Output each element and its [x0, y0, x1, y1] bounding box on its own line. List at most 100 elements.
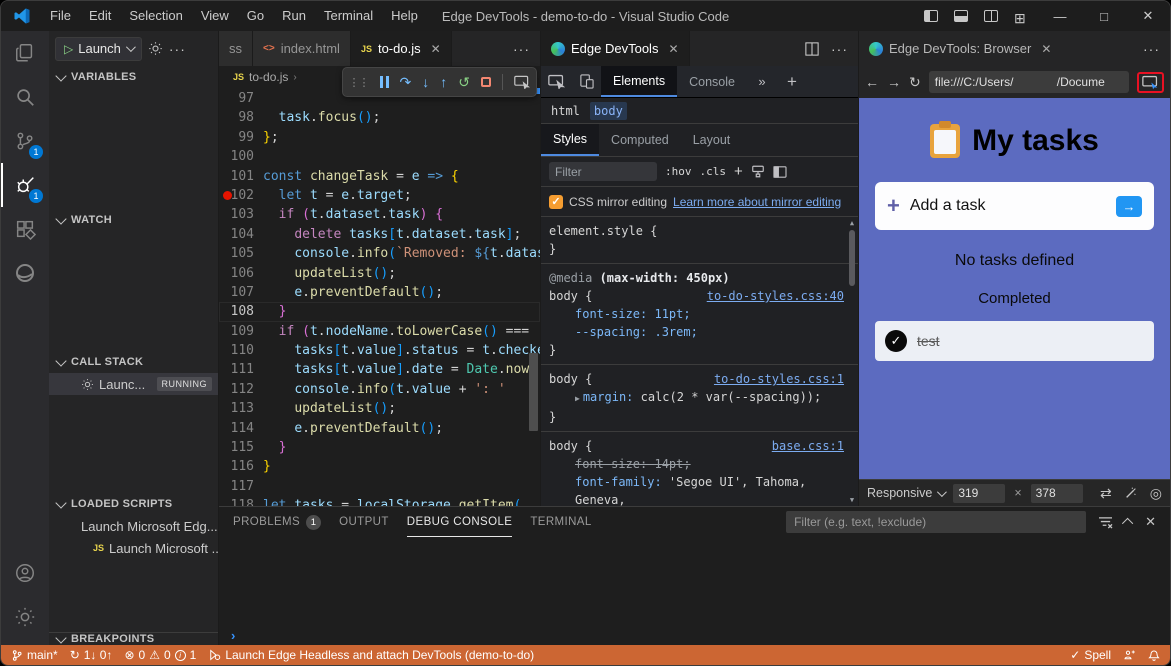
auto-fix-icon[interactable] — [1124, 486, 1138, 500]
start-debug-icon[interactable]: ▷ — [64, 42, 73, 56]
mirror-checkbox[interactable]: ✓ — [549, 195, 563, 209]
screencast-inspect-icon-highlighted[interactable] — [1137, 72, 1164, 93]
devtools-tab-console[interactable]: Console — [677, 66, 747, 97]
styles-filter-input[interactable] — [549, 162, 657, 181]
more-actions-icon[interactable]: ··· — [1143, 41, 1160, 57]
tab-index-html[interactable]: <>index.html — [253, 31, 351, 66]
loaded-script-item[interactable]: JSLaunch Microsoft ... — [49, 537, 218, 559]
loaded-script-item[interactable]: Launch Microsoft Edg... — [49, 515, 218, 537]
completed-task-row[interactable]: ✓ test — [875, 321, 1154, 361]
notifications-bell-icon[interactable] — [1148, 649, 1160, 662]
css-declaration[interactable]: font-size: 14pt; — [549, 455, 844, 473]
search-icon[interactable] — [1, 75, 49, 119]
stop-icon[interactable] — [481, 77, 491, 87]
add-tab-icon[interactable]: + — [777, 66, 807, 97]
viewport-width-input[interactable] — [953, 484, 1005, 503]
minimize-button[interactable]: — — [1038, 1, 1082, 31]
menu-selection[interactable]: Selection — [120, 1, 191, 31]
device-emulation-icon[interactable] — [571, 66, 601, 97]
close-panel-icon[interactable]: ✕ — [1145, 514, 1156, 530]
url-bar[interactable]: file:///C:/Users/ /Docume — [929, 71, 1129, 93]
reload-icon[interactable]: ↻ — [909, 74, 921, 91]
class-toggle-button[interactable]: .cls — [700, 165, 727, 178]
menu-file[interactable]: File — [41, 1, 80, 31]
styles-pane[interactable]: element.style {}@media (max-width: 450px… — [541, 217, 858, 506]
menu-terminal[interactable]: Terminal — [315, 1, 382, 31]
step-out-icon[interactable]: ↑ — [440, 75, 447, 89]
toggle-panel-icon[interactable] — [954, 10, 968, 22]
feedback-icon[interactable] — [1123, 649, 1136, 661]
explorer-icon[interactable] — [1, 31, 49, 75]
add-task-placeholder[interactable]: Add a task — [910, 197, 1106, 215]
line-number[interactable]: 110 — [219, 341, 263, 360]
customize-layout-icon[interactable] — [1014, 10, 1030, 22]
more-actions-icon[interactable]: ··· — [513, 41, 530, 57]
line-number[interactable]: 99 — [219, 128, 263, 147]
code-line[interactable]: 112 console.info(t.value + ': ' — [219, 380, 540, 399]
call-stack-section-header[interactable]: CALL STACK — [49, 351, 218, 373]
drag-grip-icon[interactable]: ⋮⋮ — [349, 76, 369, 89]
css-rule[interactable]: base.css:1body {font-size: 14pt;font-fam… — [541, 432, 858, 506]
device-mode-dropdown[interactable]: Responsive — [867, 486, 944, 500]
spell-checker-status[interactable]: ✓Spell — [1070, 648, 1111, 662]
close-button[interactable]: ✕ — [1126, 1, 1170, 31]
code-line[interactable]: 114 e.preventDefault(); — [219, 419, 540, 438]
breakpoints-section-header[interactable]: BREAKPOINTS — [49, 633, 218, 645]
step-over-icon[interactable]: ↷ — [400, 75, 412, 89]
task-checkbox-icon[interactable]: ✓ — [885, 330, 907, 352]
code-line[interactable]: 105 console.info(`Removed: ${t.dataset — [219, 244, 540, 263]
panel-tab-debug-console[interactable]: DEBUG CONSOLE — [407, 507, 513, 537]
debug-session-status[interactable]: Launch Edge Headless and attach DevTools… — [208, 648, 534, 662]
line-number[interactable]: 108 — [219, 302, 263, 321]
edge-tools-icon[interactable] — [1, 251, 49, 295]
menu-go[interactable]: Go — [238, 1, 273, 31]
css-rule[interactable]: @media (max-width: 450px)to-do-styles.cs… — [541, 264, 858, 365]
css-declaration[interactable]: ▶margin: calc(2 * var(--spacing)); — [549, 388, 844, 408]
line-number[interactable]: 102 — [219, 186, 263, 205]
line-number[interactable]: 103 — [219, 205, 263, 224]
loaded-scripts-section-header[interactable]: LOADED SCRIPTS — [49, 493, 218, 515]
line-number[interactable]: 116 — [219, 457, 263, 476]
new-style-rule-icon[interactable]: + — [734, 163, 743, 180]
line-number[interactable]: 107 — [219, 283, 263, 302]
tab-edge-devtools[interactable]: Edge DevTools ✕ — [541, 31, 690, 66]
code-line[interactable]: 111 tasks[t.value].date = Date.now — [219, 360, 540, 379]
call-stack-session-row[interactable]: Launc... RUNNING — [49, 373, 218, 395]
pseudo-state-button[interactable]: :hov — [665, 165, 692, 178]
stylesheet-link[interactable]: base.css:1 — [772, 437, 844, 455]
tab-ss[interactable]: ss — [219, 31, 253, 66]
problems-status[interactable]: ⊗0 ⚠0 i1 — [124, 648, 196, 662]
split-editor-icon[interactable] — [805, 42, 819, 56]
styles-tab-computed[interactable]: Computed — [599, 124, 681, 156]
code-line[interactable]: 98 task.focus(); — [219, 108, 540, 127]
menu-run[interactable]: Run — [273, 1, 315, 31]
code-line[interactable]: 117 — [219, 477, 540, 496]
line-number[interactable]: 113 — [219, 399, 263, 418]
css-declaration[interactable]: font-family: 'Segoe UI', Tahoma, Geneva, — [549, 473, 844, 506]
code-line[interactable]: 101const changeTask = e => { — [219, 167, 540, 186]
code-line[interactable]: 99}; — [219, 128, 540, 147]
toggle-secondary-sidebar-icon[interactable] — [984, 10, 998, 22]
back-icon[interactable]: ← — [865, 74, 879, 90]
panel-tab-terminal[interactable]: TERMINAL — [530, 507, 591, 537]
code-line[interactable]: 118let tasks = localStorage.getItem( — [219, 496, 540, 506]
line-number[interactable]: 100 — [219, 147, 263, 166]
maximize-panel-icon[interactable] — [1122, 518, 1133, 529]
sync-status[interactable]: ↻1↓ 0↑ — [70, 648, 113, 662]
restart-icon[interactable]: ↺ — [458, 75, 470, 89]
line-number[interactable]: 114 — [219, 419, 263, 438]
settings-gear-icon[interactable] — [1, 595, 49, 639]
code-editor[interactable]: 9798 task.focus();99};100101const change… — [219, 88, 540, 506]
step-into-icon[interactable]: ↓ — [422, 75, 429, 89]
views-more-actions-icon[interactable]: ··· — [169, 41, 186, 57]
forward-icon[interactable]: → — [887, 74, 901, 90]
line-number[interactable]: 111 — [219, 360, 263, 379]
dom-crumb-body[interactable]: body — [590, 102, 627, 120]
line-number[interactable]: 109 — [219, 322, 263, 341]
code-line[interactable]: 110 tasks[t.value].status = t.checked — [219, 341, 540, 360]
pause-icon[interactable] — [380, 76, 389, 88]
tab-to-do-js[interactable]: JSto-do.js✕ — [351, 31, 452, 66]
submit-task-button[interactable]: → — [1116, 196, 1142, 217]
css-rule[interactable]: element.style {} — [541, 217, 858, 264]
line-number[interactable]: 105 — [219, 244, 263, 263]
